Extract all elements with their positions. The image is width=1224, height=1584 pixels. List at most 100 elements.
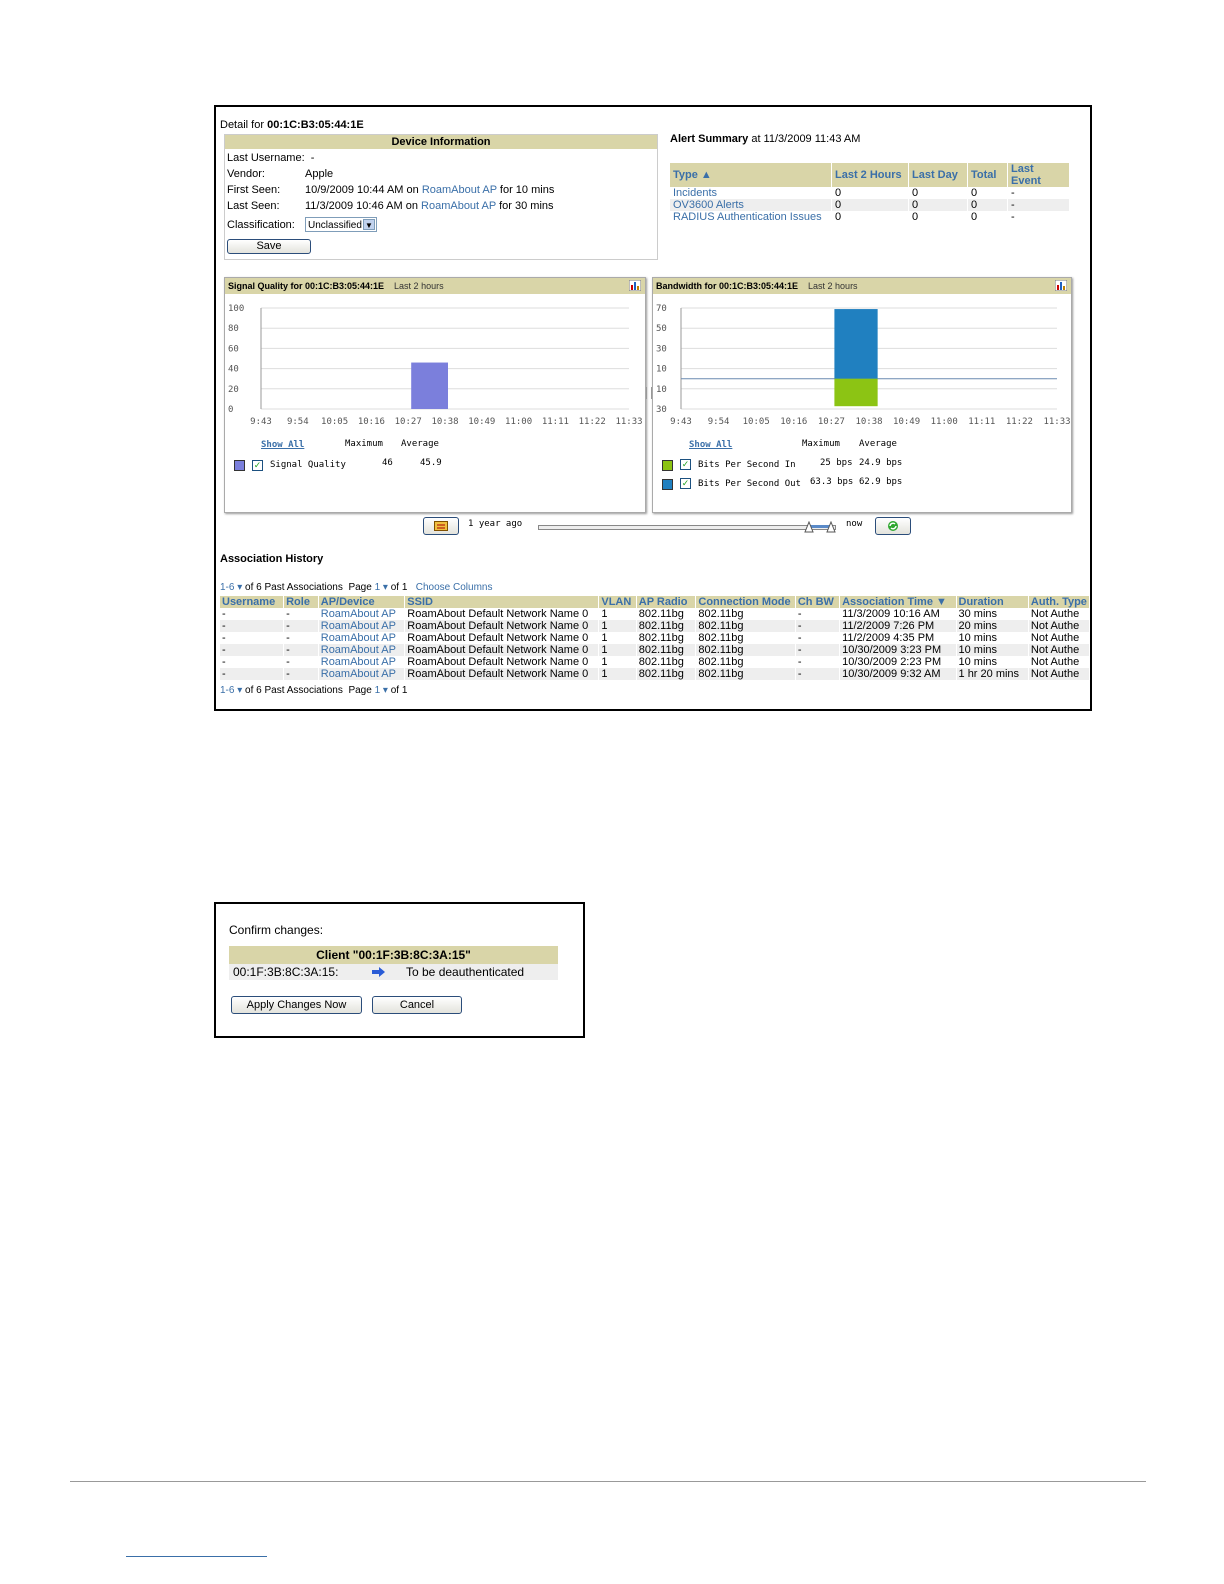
cancel-button[interactable]: Cancel (372, 996, 462, 1014)
first-seen-duration: for 10 mins (499, 184, 555, 196)
bits-out-checkbox[interactable]: ✓ (680, 478, 691, 489)
table-cell: 1 hr 20 mins (956, 668, 1029, 680)
table-cell: 802.11bg (636, 656, 697, 668)
alert-col-last-day[interactable]: Last Day (908, 163, 968, 187)
legend-average-header: Average (401, 439, 439, 449)
show-all-link[interactable]: Show All (261, 440, 304, 450)
table-cell: 0 (831, 199, 909, 211)
col-role[interactable]: Role (283, 596, 319, 608)
table-cell: - (220, 656, 285, 668)
detail-mac: 00:1C:B3:05:44:1E (267, 119, 364, 131)
chevron-down-icon[interactable]: ▾ (380, 582, 391, 593)
alert-col-last-event[interactable]: Last Event (1007, 163, 1070, 187)
alert-col-total[interactable]: Total (967, 163, 1008, 187)
table-cell: 11/3/2009 10:16 AM (839, 608, 957, 620)
slider-start-handle[interactable] (804, 521, 814, 533)
table-row[interactable]: - - RoamAbout AP RoamAbout Default Network … (220, 644, 1090, 656)
table-row[interactable]: - - RoamAbout AP RoamAbout Default Network … (220, 656, 1090, 668)
col-ap-device[interactable]: AP/Device (318, 596, 406, 608)
table-cell: 10 mins (956, 632, 1029, 644)
col-duration[interactable]: Duration (956, 596, 1029, 608)
pager-range[interactable]: 1-6 (220, 685, 234, 696)
table-cell: RoamAbout Default Network Name 0 (404, 632, 600, 644)
table-cell: Not Authe (1028, 608, 1090, 620)
col-auth-type[interactable]: Auth. Type (1028, 596, 1090, 608)
bits-out-swatch (662, 479, 673, 490)
ap-device-link[interactable]: RoamAbout AP (318, 620, 406, 632)
x-tick-label: 9:43 (250, 417, 272, 427)
detail-title: Detail for 00:1C:B3:05:44:1E (220, 119, 364, 131)
table-cell: - (1007, 187, 1070, 199)
association-pager-top: 1-6 ▾ of 6 Past Associations Page 1 ▾ of… (220, 582, 492, 593)
last-username-value: - (310, 152, 315, 164)
x-tick-label: 9:54 (708, 417, 730, 427)
chevron-down-icon[interactable]: ▾ (234, 582, 245, 593)
signal-quality-avg: 45.9 (420, 458, 442, 468)
signal-quality-chart-header: Signal Quality for 00:1C:B3:05:44:1E Last… (225, 278, 645, 294)
table-cell: - (795, 620, 841, 632)
signal-quality-checkbox[interactable]: ✓ (252, 460, 263, 471)
table-cell: Not Authe (1028, 620, 1090, 632)
x-tick-label: 11:22 (579, 417, 606, 427)
table-cell: 10 mins (956, 644, 1029, 656)
classification-select[interactable]: Unclassified ▼ (305, 217, 377, 232)
bits-in-checkbox[interactable]: ✓ (680, 459, 691, 470)
pager-total: of 6 Past Associations (245, 582, 343, 593)
ap-device-link[interactable]: RoamAbout AP (318, 668, 406, 680)
table-cell: - (795, 632, 841, 644)
col-vlan[interactable]: VLAN (598, 596, 637, 608)
pager-page-label: Page (348, 582, 372, 593)
pager-range[interactable]: 1-6 (220, 582, 234, 593)
first-seen-label: First Seen: (227, 184, 281, 196)
alert-type-link[interactable]: OV3600 Alerts (670, 199, 832, 211)
apply-changes-now-button[interactable]: Apply Changes Now (231, 996, 362, 1014)
x-tick-label: 11:11 (968, 417, 995, 427)
col-connection-mode[interactable]: Connection Mode (695, 596, 796, 608)
bar-chart-icon[interactable] (1055, 280, 1067, 291)
table-row[interactable]: - - RoamAbout AP RoamAbout Default Network … (220, 620, 1090, 632)
alert-col-type[interactable]: Type ▲ (670, 163, 832, 187)
ap-device-link[interactable]: RoamAbout AP (318, 656, 406, 668)
footer-link-underline[interactable] (126, 1556, 267, 1557)
show-all-link[interactable]: Show All (689, 440, 732, 450)
y-tick-label: 100 (228, 304, 244, 314)
table-cell: - (1007, 211, 1070, 223)
choose-columns-link[interactable]: Choose Columns (416, 582, 493, 593)
slider-track[interactable] (538, 525, 836, 530)
col-ap-radio[interactable]: AP Radio (636, 596, 697, 608)
chevron-down-icon[interactable]: ▾ (380, 685, 391, 696)
table-row[interactable]: - - RoamAbout AP RoamAbout Default Network … (220, 608, 1090, 620)
table-cell: - (283, 620, 319, 632)
refresh-button[interactable] (875, 517, 911, 535)
table-row[interactable]: - - RoamAbout AP RoamAbout Default Network … (220, 668, 1090, 680)
chevron-down-icon[interactable]: ▾ (234, 685, 245, 696)
ap-device-link[interactable]: RoamAbout AP (318, 632, 406, 644)
save-button[interactable]: Save (227, 239, 311, 254)
alert-col-last-2-hours[interactable]: Last 2 Hours (831, 163, 909, 187)
slider-end-handle[interactable] (826, 521, 836, 533)
legend-maximum-header: Maximum (802, 439, 840, 449)
chevron-down-icon[interactable]: ▼ (363, 219, 375, 230)
confirm-change-row: 00:1F:3B:8C:3A:15: To be deauthenticated (229, 964, 558, 980)
table-row[interactable]: - - RoamAbout AP RoamAbout Default Network … (220, 632, 1090, 644)
col-username[interactable]: Username (220, 596, 285, 608)
alert-type-link[interactable]: Incidents (670, 187, 832, 199)
table-cell: 11/2/2009 4:35 PM (839, 632, 957, 644)
col-association-time[interactable]: Association Time ▼ (839, 596, 957, 608)
last-seen-ap-link[interactable]: RoamAbout AP (421, 200, 496, 212)
bar-chart-icon[interactable] (629, 280, 641, 291)
ap-device-link[interactable]: RoamAbout AP (318, 644, 406, 656)
table-row: Incidents 0 0 0 - (670, 187, 1070, 199)
ap-device-link[interactable]: RoamAbout AP (318, 608, 406, 620)
table-cell: 10/30/2009 9:32 AM (839, 668, 957, 680)
table-cell: Not Authe (1028, 632, 1090, 644)
signal-quality-bar (411, 362, 448, 409)
table-cell: 0 (967, 199, 1008, 211)
first-seen-ap-link[interactable]: RoamAbout AP (422, 184, 497, 196)
col-ssid[interactable]: SSID (404, 596, 600, 608)
slider-options-button[interactable] (423, 517, 459, 535)
col-ch-bw[interactable]: Ch BW (795, 596, 841, 608)
table-cell: - (283, 608, 319, 620)
x-tick-label: 11:00 (931, 417, 958, 427)
alert-type-link[interactable]: RADIUS Authentication Issues (670, 211, 832, 223)
